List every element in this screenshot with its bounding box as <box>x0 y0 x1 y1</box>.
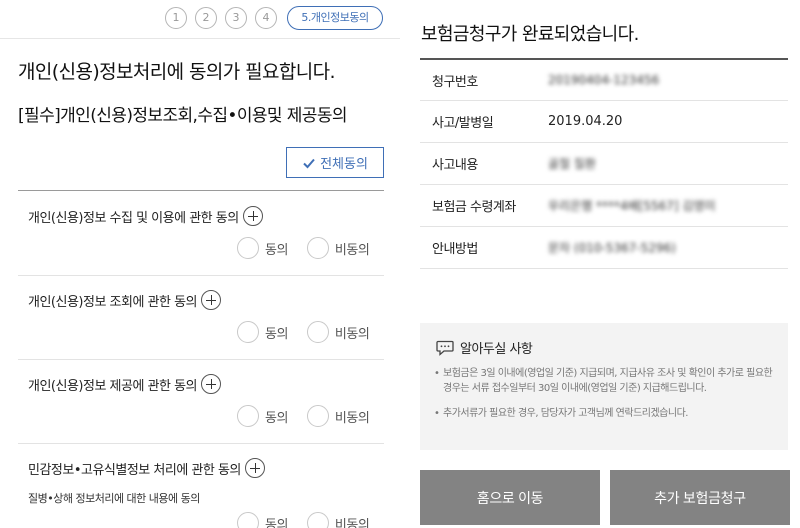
accident-date-value: 2019.04.20 <box>548 114 623 129</box>
consent-item-subtext: 질병•상해 정보처리에 대한 내용에 동의 <box>28 492 200 505</box>
step-indicator: 1 2 3 4 5.개인정보동의 <box>0 6 400 32</box>
list-item: 추가서류가 필요한 경우, 담당자가 고객님께 연락드리겠습니다. <box>434 406 774 421</box>
consent-item-label: 민감정보•고유식별정보 처리에 관한 동의 <box>28 462 241 478</box>
disagree-radio-option[interactable]: 비동의 <box>306 405 370 427</box>
notice-heading: 알아두실 사항 <box>436 338 533 357</box>
agree-radio[interactable] <box>237 405 259 427</box>
notice-box: 알아두실 사항 보험금은 3일 이내에(영업일 기준) 지급되며, 지급사유 조… <box>420 323 788 450</box>
table-row: 사고/발병일 2019.04.20 <box>420 101 788 143</box>
agree-label: 동의 <box>265 410 288 426</box>
disagree-label: 비동의 <box>334 410 370 426</box>
step-2[interactable]: 2 <box>195 7 217 29</box>
consent-item-label: 개인(신용)정보 수집 및 이용에 관한 동의 <box>28 210 239 226</box>
table-row: 안내방법 문자 (010-5367-5296) <box>420 227 788 269</box>
row-divider <box>18 359 384 360</box>
row-divider <box>18 443 384 444</box>
expand-plus-icon[interactable] <box>244 458 265 478</box>
page-title: 개인(신용)정보처리에 동의가 필요합니다. <box>18 61 336 83</box>
agree-radio-option[interactable]: 동의 <box>237 405 288 427</box>
agree-label: 동의 <box>265 517 288 528</box>
agree-label: 동의 <box>265 242 288 258</box>
payout-account-label: 보험금 수령계좌 <box>432 200 516 215</box>
expand-plus-icon[interactable] <box>201 290 222 310</box>
consent-item-title[interactable]: 민감정보•고유식별정보 처리에 관한 동의 <box>28 458 265 478</box>
section-divider <box>18 190 384 191</box>
agree-radio[interactable] <box>237 237 259 259</box>
notice-method-value: 문자 (010-5367-5296) <box>548 241 676 255</box>
agree-all-label: 전체동의 <box>320 156 368 171</box>
go-home-button[interactable]: 홈으로 이동 <box>420 470 600 525</box>
table-row: 사고내용 골절 질환 <box>420 143 788 185</box>
step-3[interactable]: 3 <box>225 7 247 29</box>
step-1[interactable]: 1 <box>165 7 187 29</box>
disagree-radio[interactable] <box>306 237 329 259</box>
row-divider <box>18 275 384 276</box>
check-icon <box>303 158 315 168</box>
notice-heading-label: 알아두실 사항 <box>460 342 533 357</box>
consent-item-radios: 동의 비동의 <box>237 237 370 259</box>
consent-item-radios: 동의 비동의 <box>237 512 370 528</box>
disagree-label: 비동의 <box>334 242 370 258</box>
agree-radio-option[interactable]: 동의 <box>237 237 288 259</box>
consent-item-label: 개인(신용)정보 조회에 관한 동의 <box>28 294 198 310</box>
agree-radio-option[interactable]: 동의 <box>237 512 288 528</box>
expand-plus-icon[interactable] <box>201 374 222 394</box>
consent-item-title[interactable]: 개인(신용)정보 수집 및 이용에 관한 동의 <box>28 206 263 226</box>
consent-panel: 1 2 3 4 5.개인정보동의 개인(신용)정보처리에 동의가 필요합니다. … <box>0 0 400 528</box>
consent-item-title[interactable]: 개인(신용)정보 조회에 관한 동의 <box>28 290 222 310</box>
claim-info-table: 청구번호 20190404-123456 사고/발병일 2019.04.20 사… <box>420 58 788 269</box>
payout-account-value: 우리은행 ****4배[5567] 김영미 <box>548 199 716 213</box>
claim-number-label: 청구번호 <box>432 74 478 90</box>
disagree-radio-option[interactable]: 비동의 <box>306 321 370 343</box>
table-row: 청구번호 20190404-123456 <box>420 58 788 101</box>
accident-detail-value: 골절 질환 <box>548 157 596 171</box>
step-4[interactable]: 4 <box>255 7 277 29</box>
disagree-label: 비동의 <box>334 517 370 528</box>
agree-label: 동의 <box>265 326 288 342</box>
section-title: [필수]개인(신용)정보조회,수집•이용및 제공동의 <box>18 106 348 126</box>
consent-item-radios: 동의 비동의 <box>237 321 370 343</box>
list-item: 보험금은 3일 이내에(영업일 기준) 지급되며, 지급사유 조사 및 확인이 … <box>434 366 774 396</box>
completion-title: 보험금청구가 완료되었습니다. <box>421 24 639 45</box>
disagree-radio[interactable] <box>306 512 329 528</box>
header-divider <box>0 38 400 39</box>
speech-bubble-icon <box>436 340 454 356</box>
disagree-radio[interactable] <box>306 405 329 427</box>
expand-plus-icon[interactable] <box>242 206 263 226</box>
accident-date-label: 사고/발병일 <box>432 116 494 131</box>
consent-item-title[interactable]: 개인(신용)정보 제공에 관한 동의 <box>28 374 222 394</box>
accident-detail-label: 사고내용 <box>432 158 478 173</box>
disagree-radio-option[interactable]: 비동의 <box>306 237 370 259</box>
disagree-radio-option[interactable]: 비동의 <box>306 512 370 528</box>
claim-number-value: 20190404-123456 <box>548 73 660 87</box>
agree-radio[interactable] <box>237 321 259 343</box>
notice-list: 보험금은 3일 이내에(영업일 기준) 지급되며, 지급사유 조사 및 확인이 … <box>434 366 774 431</box>
table-row: 보험금 수령계좌 우리은행 ****4배[5567] 김영미 <box>420 185 788 227</box>
notice-method-label: 안내방법 <box>432 242 478 257</box>
disagree-label: 비동의 <box>334 326 370 342</box>
disagree-radio[interactable] <box>306 321 329 343</box>
additional-claim-button[interactable]: 추가 보험금청구 <box>610 470 790 525</box>
step-5-active: 5.개인정보동의 <box>287 6 383 30</box>
agree-radio-option[interactable]: 동의 <box>237 321 288 343</box>
consent-item-label: 개인(신용)정보 제공에 관한 동의 <box>28 378 198 394</box>
agree-radio[interactable] <box>237 512 259 528</box>
agree-all-button[interactable]: 전체동의 <box>286 147 384 178</box>
consent-item-radios: 동의 비동의 <box>237 405 370 427</box>
completion-panel: 보험금청구가 완료되었습니다. 청구번호 20190404-123456 사고/… <box>400 0 800 528</box>
